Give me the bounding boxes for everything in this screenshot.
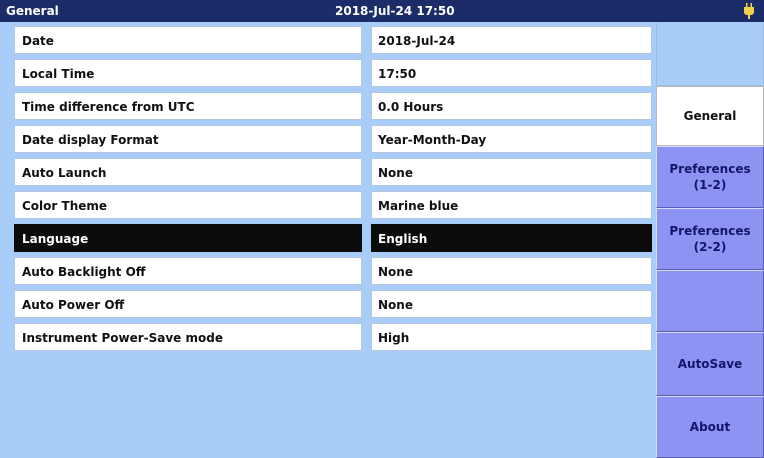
setting-label: Auto Backlight Off bbox=[14, 257, 362, 285]
setting-label: Auto Launch bbox=[14, 158, 362, 186]
setting-label: Language bbox=[14, 224, 362, 252]
setting-value-field[interactable]: 17:50 bbox=[371, 59, 652, 87]
setting-label: Date bbox=[14, 26, 362, 54]
setting-row-local-time[interactable]: Local Time 17:50 bbox=[6, 59, 652, 87]
datetime-display: 2018-Jul-24 17:50 bbox=[335, 4, 455, 18]
setting-value-field[interactable]: Year-Month-Day bbox=[371, 125, 652, 153]
setting-label: Color Theme bbox=[14, 191, 362, 219]
setting-label: Local Time bbox=[14, 59, 362, 87]
preferences-1-button[interactable]: Preferences (1-2) bbox=[656, 146, 764, 208]
side-panel: General Preferences (1-2) Preferences (2… bbox=[656, 22, 764, 458]
setting-label: Auto Power Off bbox=[14, 290, 362, 318]
setting-value-field[interactable]: English bbox=[371, 224, 652, 252]
setting-row-date-format[interactable]: Date display Format Year-Month-Day bbox=[6, 125, 652, 153]
setting-value-field[interactable]: Marine blue bbox=[371, 191, 652, 219]
autosave-button[interactable]: AutoSave bbox=[656, 332, 764, 396]
window-title: General bbox=[6, 4, 59, 18]
title-bar: General 2018-Jul-24 17:50 bbox=[0, 0, 764, 22]
settings-list: Date 2018-Jul-24 Local Time 17:50 Time d… bbox=[6, 26, 652, 456]
setting-row-auto-power-off[interactable]: Auto Power Off None bbox=[6, 290, 652, 318]
setting-value-field[interactable]: None bbox=[371, 290, 652, 318]
setting-row-language[interactable]: Language English bbox=[6, 224, 652, 252]
setting-label: Time difference from UTC bbox=[14, 92, 362, 120]
setting-row-utc-offset[interactable]: Time difference from UTC 0.0 Hours bbox=[6, 92, 652, 120]
setting-label: Instrument Power-Save mode bbox=[14, 323, 362, 351]
setting-row-auto-backlight-off[interactable]: Auto Backlight Off None bbox=[6, 257, 652, 285]
setting-value-field[interactable]: 2018-Jul-24 bbox=[371, 26, 652, 54]
about-button[interactable]: About bbox=[656, 396, 764, 458]
setting-row-color-theme[interactable]: Color Theme Marine blue bbox=[6, 191, 652, 219]
setting-value-field[interactable]: None bbox=[371, 257, 652, 285]
screen: General 2018-Jul-24 17:50 Date 2018-Jul-… bbox=[0, 0, 764, 458]
setting-value-field[interactable]: None bbox=[371, 158, 652, 186]
side-blank-slot bbox=[656, 22, 764, 86]
side-empty-button[interactable] bbox=[656, 270, 764, 332]
setting-row-power-save-mode[interactable]: Instrument Power-Save mode High bbox=[6, 323, 652, 351]
setting-value-field[interactable]: 0.0 Hours bbox=[371, 92, 652, 120]
power-plug-icon bbox=[744, 3, 754, 19]
setting-row-date[interactable]: Date 2018-Jul-24 bbox=[6, 26, 652, 54]
setting-label: Date display Format bbox=[14, 125, 362, 153]
setting-row-auto-launch[interactable]: Auto Launch None bbox=[6, 158, 652, 186]
preferences-2-button[interactable]: Preferences (2-2) bbox=[656, 208, 764, 270]
general-tab-button[interactable]: General bbox=[656, 86, 764, 146]
setting-value-field[interactable]: High bbox=[371, 323, 652, 351]
